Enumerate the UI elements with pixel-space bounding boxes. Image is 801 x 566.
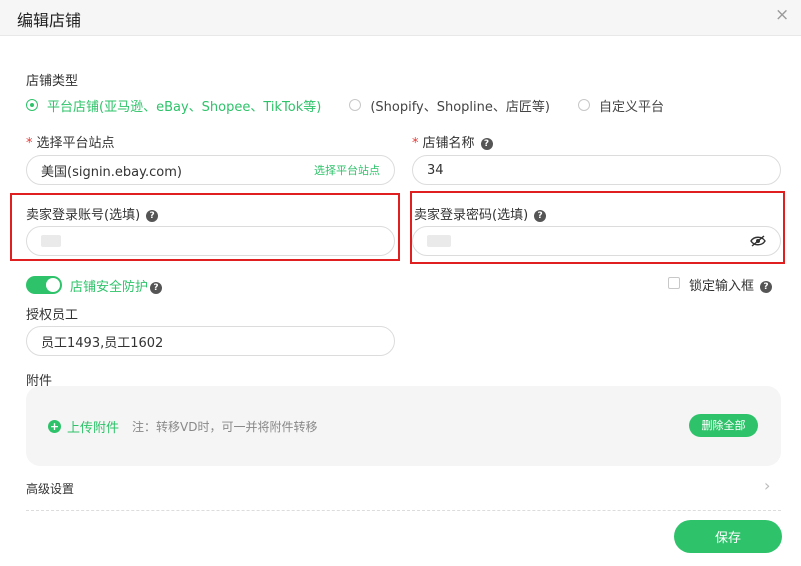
help-icon[interactable]: ? — [146, 210, 159, 222]
store-name-input[interactable]: 34 — [412, 155, 781, 185]
radio-custom-platform[interactable]: 自定义平台 — [577, 96, 664, 115]
radio-independent-store[interactable]: (Shopify、Shopline、店匠等) — [349, 96, 550, 115]
help-icon[interactable]: ? — [760, 281, 773, 293]
advanced-settings-label[interactable]: 高级设置 — [26, 480, 74, 497]
seller-password-label-text: 卖家登录密码(选填) — [414, 208, 529, 223]
help-icon[interactable]: ? — [150, 282, 163, 294]
platform-site-value: 美国(signin.ebay.com) — [41, 164, 182, 180]
radio-dot-icon — [349, 99, 362, 111]
dialog-header — [0, 0, 801, 36]
radio-platform-store-label: 平台店铺(亚马逊、eBay、Shopee、TikTok等) — [47, 99, 322, 115]
security-label-text: 店铺安全防护 — [70, 280, 149, 295]
seller-account-input[interactable] — [26, 226, 395, 256]
store-name-label: * 店铺名称? — [412, 132, 493, 151]
chevron-right-icon[interactable]: › — [764, 476, 770, 495]
radio-dot-icon — [577, 99, 590, 111]
select-platform-site-link[interactable]: 选择平台站点 — [314, 162, 380, 178]
masked-password-value — [427, 235, 451, 247]
attachment-note: 注：转移VD时，可一并将附件转移 — [132, 420, 318, 434]
dialog-title: 编辑店铺 — [17, 11, 82, 30]
store-name-label-text: 店铺名称 — [422, 136, 475, 151]
lock-input-label: 锁定输入框? — [689, 275, 773, 294]
security-label: 店铺安全防护? — [70, 276, 163, 295]
staff-value: 员工1493,员工1602 — [41, 335, 164, 351]
staff-label: 授权员工 — [26, 308, 79, 323]
security-toggle[interactable] — [26, 276, 62, 294]
help-icon[interactable]: ? — [534, 210, 547, 222]
masked-account-value — [41, 235, 61, 247]
upload-attachment-label: 上传附件 — [67, 421, 120, 436]
store-type-radio-group: 平台店铺(亚马逊、eBay、Shopee、TikTok等) (Shopify、S… — [26, 96, 692, 115]
lock-input-label-text: 锁定输入框 — [689, 279, 755, 294]
radio-platform-store[interactable]: 平台店铺(亚马逊、eBay、Shopee、TikTok等) — [26, 96, 321, 115]
delete-all-button[interactable]: 删除全部 — [689, 414, 758, 437]
radio-dot-icon — [26, 99, 38, 111]
toggle-knob — [46, 278, 60, 292]
required-mark: * — [412, 136, 419, 151]
seller-password-label: 卖家登录密码(选填)? — [414, 204, 547, 223]
radio-custom-platform-label: 自定义平台 — [598, 99, 664, 115]
close-icon[interactable]: × — [775, 5, 789, 25]
platform-site-label: * 选择平台站点 — [26, 132, 115, 151]
seller-account-label: 卖家登录账号(选填)? — [26, 204, 159, 223]
store-type-label: 店铺类型 — [26, 74, 79, 89]
store-name-value: 34 — [427, 162, 444, 178]
eye-off-icon[interactable] — [750, 235, 766, 247]
seller-password-input[interactable] — [412, 226, 781, 256]
platform-site-input[interactable]: 美国(signin.ebay.com) 选择平台站点 — [26, 155, 395, 185]
seller-account-label-text: 卖家登录账号(选填) — [26, 208, 141, 223]
platform-site-label-text: 选择平台站点 — [36, 136, 115, 151]
plus-icon: + — [48, 420, 61, 433]
help-icon[interactable]: ? — [480, 138, 493, 150]
lock-input-checkbox[interactable] — [668, 277, 680, 289]
upload-attachment-button[interactable]: + 上传附件 — [48, 417, 119, 436]
save-button[interactable]: 保存 — [674, 520, 782, 553]
staff-input[interactable]: 员工1493,员工1602 — [26, 326, 395, 356]
divider — [26, 510, 781, 511]
radio-independent-store-label: (Shopify、Shopline、店匠等) — [370, 99, 550, 115]
required-mark: * — [26, 136, 33, 151]
